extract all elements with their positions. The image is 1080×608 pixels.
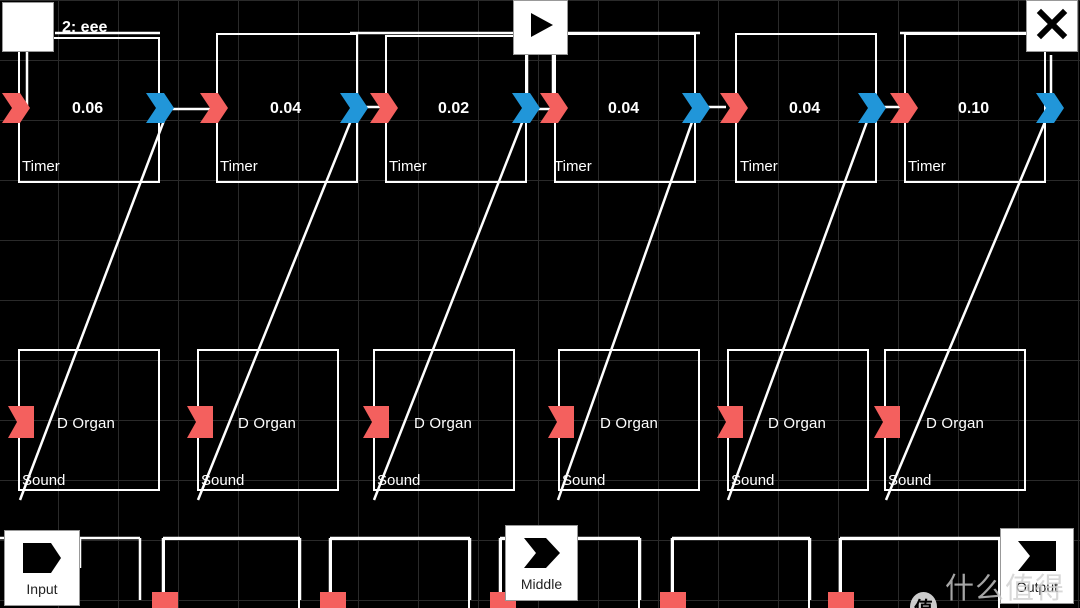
play-icon: [526, 10, 556, 45]
timer-input-port[interactable]: [720, 93, 748, 123]
input-button-label: Input: [26, 580, 58, 597]
timer-node-label: Timer: [740, 158, 778, 175]
sound-input-port[interactable]: [187, 406, 213, 438]
sound-node-label: Sound: [888, 472, 932, 489]
partial-input-port[interactable]: [660, 592, 686, 608]
menu-button[interactable]: [2, 2, 54, 52]
sound-node-title: D Organ: [600, 415, 659, 432]
timer-input-port[interactable]: [540, 93, 568, 123]
sound-input-port[interactable]: [8, 406, 34, 438]
partial-input-port[interactable]: [320, 592, 346, 608]
input-button[interactable]: Input: [4, 530, 80, 606]
sound-input-port[interactable]: [548, 406, 574, 438]
timer-value: 0.04: [789, 100, 821, 117]
timer-node-label: Timer: [22, 158, 60, 175]
timer-node-label: Timer: [554, 158, 592, 175]
partial-node[interactable]: [163, 538, 300, 608]
sound-node-title: D Organ: [57, 415, 116, 432]
partial-node[interactable]: [840, 538, 1000, 608]
timer-node-label: Timer: [908, 158, 946, 175]
canvas-stage[interactable]: 0.06 Timer 0.04 Timer 0.02 Timer 0.04 Ti…: [0, 0, 1080, 608]
partial-input-port[interactable]: [828, 592, 854, 608]
timer-value: 0.04: [270, 100, 302, 117]
output-button[interactable]: Output: [1000, 528, 1074, 604]
timer-output-port[interactable]: [340, 93, 368, 123]
flag-right-icon: [1016, 539, 1058, 578]
timer-output-port[interactable]: [1036, 93, 1064, 123]
timer-value: 0.10: [958, 100, 990, 117]
sound-input-port[interactable]: [717, 406, 743, 438]
timer-node-label: Timer: [389, 158, 427, 175]
sound-node-title: D Organ: [238, 415, 297, 432]
partial-input-port[interactable]: [152, 592, 178, 608]
timer-input-port[interactable]: [370, 93, 398, 123]
timer-input-port[interactable]: [2, 93, 30, 123]
timer-value: 0.06: [72, 100, 104, 117]
sound-input-port[interactable]: [363, 406, 389, 438]
timer-output-port[interactable]: [512, 93, 540, 123]
timer-output-port[interactable]: [682, 93, 710, 123]
timer-node-label: Timer: [220, 158, 258, 175]
partial-node[interactable]: [672, 538, 810, 608]
timer-value: 0.04: [608, 100, 640, 117]
close-button[interactable]: [1026, 0, 1078, 52]
graph-title-label: 2: eee: [62, 19, 108, 36]
sound-input-port[interactable]: [874, 406, 900, 438]
middle-button-label: Middle: [520, 575, 563, 592]
timer-output-port[interactable]: [858, 93, 886, 123]
chevron-right-icon: [522, 536, 562, 575]
partial-node[interactable]: [330, 538, 470, 608]
sound-node-title: D Organ: [768, 415, 827, 432]
sound-node-label: Sound: [201, 472, 245, 489]
sound-node-label: Sound: [562, 472, 606, 489]
sound-node-label: Sound: [731, 472, 775, 489]
middle-button[interactable]: Middle: [505, 525, 578, 601]
output-button-label: Output: [1015, 578, 1059, 595]
sound-node-title: D Organ: [414, 415, 473, 432]
timer-value: 0.02: [438, 100, 470, 117]
sound-node-label: Sound: [377, 472, 421, 489]
sound-node-label: Sound: [22, 472, 66, 489]
flag-left-icon: [21, 541, 63, 580]
timer-input-port[interactable]: [890, 93, 918, 123]
close-icon: [1036, 8, 1068, 45]
timer-output-port[interactable]: [146, 93, 174, 123]
play-button[interactable]: [513, 0, 568, 55]
timer-input-port[interactable]: [200, 93, 228, 123]
sound-node-title: D Organ: [926, 415, 985, 432]
